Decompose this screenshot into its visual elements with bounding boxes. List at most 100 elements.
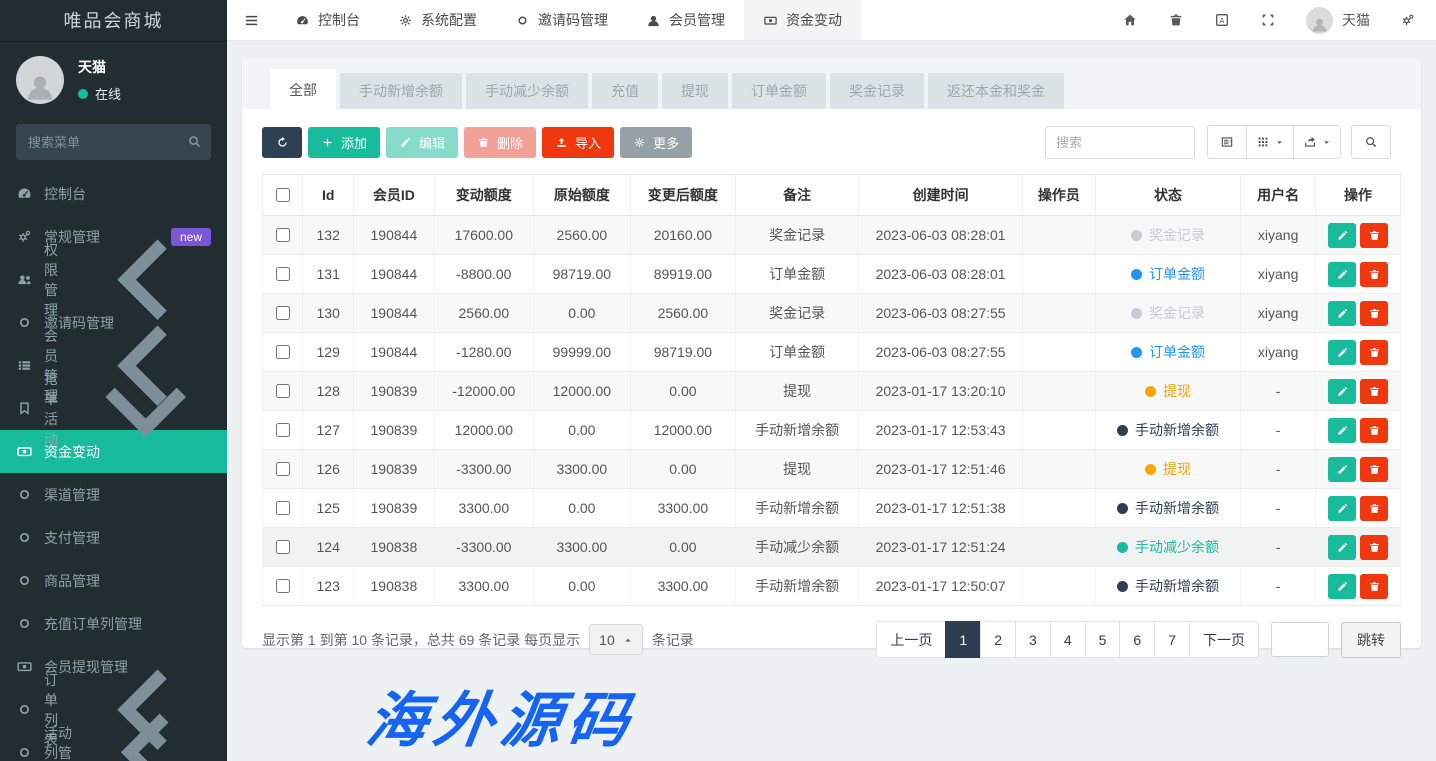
column-header[interactable]: 操作 (1316, 175, 1401, 216)
sidebar-item-console[interactable]: 控制台 (0, 172, 227, 215)
row-checkbox[interactable] (276, 501, 290, 515)
tab-filter-3[interactable]: 充值 (592, 73, 658, 109)
row-edit-button[interactable] (1328, 340, 1356, 365)
row-checkbox[interactable] (276, 540, 290, 554)
tab-filter-2[interactable]: 手动减少余额 (466, 73, 588, 109)
row-edit-button[interactable] (1328, 535, 1356, 560)
topnav-item-fund-change[interactable]: 资金变动 (744, 0, 861, 40)
sidebar-toggle-button[interactable] (227, 0, 276, 40)
cell-remark: 手动新增余额 (735, 489, 858, 528)
columns-button[interactable] (1246, 125, 1294, 159)
row-edit-button[interactable] (1328, 223, 1356, 248)
add-button[interactable]: 添加 (308, 127, 380, 158)
page-button-6[interactable]: 6 (1119, 621, 1155, 658)
topnav-item-system-config[interactable]: 系统配置 (379, 0, 496, 40)
row-delete-button[interactable] (1360, 223, 1388, 248)
detail-view-button[interactable] (1207, 125, 1247, 159)
topbar-user[interactable]: 天猫 (1306, 7, 1370, 34)
advanced-search-button[interactable] (1351, 125, 1391, 159)
settings-button[interactable] (1400, 12, 1416, 28)
row-checkbox[interactable] (276, 462, 290, 476)
row-checkbox[interactable] (276, 384, 290, 398)
row-checkbox[interactable] (276, 267, 290, 281)
column-header[interactable]: 会员ID (353, 175, 434, 216)
row-edit-button[interactable] (1328, 496, 1356, 521)
import-button[interactable]: 导入 (542, 127, 614, 158)
refresh-button[interactable] (262, 127, 302, 158)
next-page-button[interactable]: 下一页 (1189, 621, 1259, 658)
cell-change: 2560.00 (434, 294, 533, 333)
row-edit-button[interactable] (1328, 262, 1356, 287)
row-delete-button[interactable] (1360, 379, 1388, 404)
refresh-icon (276, 136, 289, 149)
row-delete-button[interactable] (1360, 418, 1388, 443)
row-edit-button[interactable] (1328, 301, 1356, 326)
tab-filter-1[interactable]: 手动新增余额 (340, 73, 462, 109)
row-edit-button[interactable] (1328, 574, 1356, 599)
sidebar-item-recharge-order[interactable]: 充值订单列管理 (0, 602, 227, 645)
jump-button[interactable]: 跳转 (1341, 622, 1401, 658)
tab-filter-6[interactable]: 奖金记录 (830, 73, 924, 109)
column-header[interactable]: 状态 (1095, 175, 1241, 216)
tab-filter-0[interactable]: 全部 (270, 69, 336, 111)
column-header[interactable]: 备注 (735, 175, 858, 216)
column-header[interactable]: 操作员 (1022, 175, 1095, 216)
row-delete-button[interactable] (1360, 262, 1388, 287)
row-edit-button[interactable] (1328, 418, 1356, 443)
page-button-7[interactable]: 7 (1154, 621, 1190, 658)
page-button-3[interactable]: 3 (1015, 621, 1051, 658)
page-button-1[interactable]: 1 (945, 621, 981, 658)
row-delete-button[interactable] (1360, 535, 1388, 560)
clear-cache-button[interactable] (1168, 12, 1184, 28)
page-button-5[interactable]: 5 (1085, 621, 1121, 658)
page-button-4[interactable]: 4 (1050, 621, 1086, 658)
fullscreen-button[interactable] (1260, 12, 1276, 28)
search-icon[interactable] (187, 134, 202, 149)
sidebar-item-activity-manage[interactable]: 活动列管理 (0, 731, 227, 761)
language-button[interactable]: A (1214, 12, 1230, 28)
sidebar-search-input[interactable] (16, 124, 211, 160)
row-delete-button[interactable] (1360, 457, 1388, 482)
jump-page-input[interactable] (1271, 622, 1329, 657)
row-delete-button[interactable] (1360, 340, 1388, 365)
row-checkbox[interactable] (276, 345, 290, 359)
sidebar-item-payment-manage[interactable]: 支付管理 (0, 516, 227, 559)
tab-filter-5[interactable]: 订单金额 (732, 73, 826, 109)
row-checkbox[interactable] (276, 228, 290, 242)
topnav-item-member-manage[interactable]: 会员管理 (627, 0, 744, 40)
table-search-input[interactable] (1045, 126, 1195, 159)
tab-filter-4[interactable]: 提现 (662, 73, 728, 109)
select-all-checkbox[interactable] (276, 188, 290, 202)
column-header[interactable]: Id (303, 175, 354, 216)
row-delete-button[interactable] (1360, 574, 1388, 599)
delete-button[interactable]: 删除 (464, 127, 536, 158)
sidebar-item-channel-manage[interactable]: 渠道管理 (0, 473, 227, 516)
tab-filter-7[interactable]: 返还本金和奖金 (928, 73, 1064, 109)
row-delete-button[interactable] (1360, 301, 1388, 326)
row-delete-button[interactable] (1360, 496, 1388, 521)
row-edit-button[interactable] (1328, 457, 1356, 482)
page-button-2[interactable]: 2 (980, 621, 1016, 658)
more-button[interactable]: 更多 (620, 127, 692, 158)
cell-id: 123 (303, 567, 354, 606)
sidebar-item-order-grab[interactable]: 抢单活动 (0, 387, 227, 430)
column-header[interactable]: 用户名 (1241, 175, 1316, 216)
column-header[interactable]: 变动额度 (434, 175, 533, 216)
export-button[interactable] (1293, 125, 1341, 159)
sidebar-item-permission-manage[interactable]: 权限管理 (0, 258, 227, 301)
home-button[interactable] (1122, 12, 1138, 28)
edit-button[interactable]: 编辑 (386, 127, 458, 158)
page-size-select[interactable]: 10 (589, 624, 643, 655)
row-checkbox[interactable] (276, 423, 290, 437)
row-checkbox[interactable] (276, 306, 290, 320)
column-header[interactable]: 原始额度 (533, 175, 630, 216)
topnav-item-console[interactable]: 控制台 (276, 0, 379, 40)
row-edit-button[interactable] (1328, 379, 1356, 404)
column-header[interactable]: 变更后额度 (630, 175, 735, 216)
pencil-icon (1336, 268, 1349, 281)
prev-page-button[interactable]: 上一页 (876, 621, 946, 658)
row-checkbox[interactable] (276, 579, 290, 593)
sidebar-item-product-manage[interactable]: 商品管理 (0, 559, 227, 602)
column-header[interactable]: 创建时间 (859, 175, 1023, 216)
topnav-item-invite-code[interactable]: 邀请码管理 (496, 0, 627, 40)
